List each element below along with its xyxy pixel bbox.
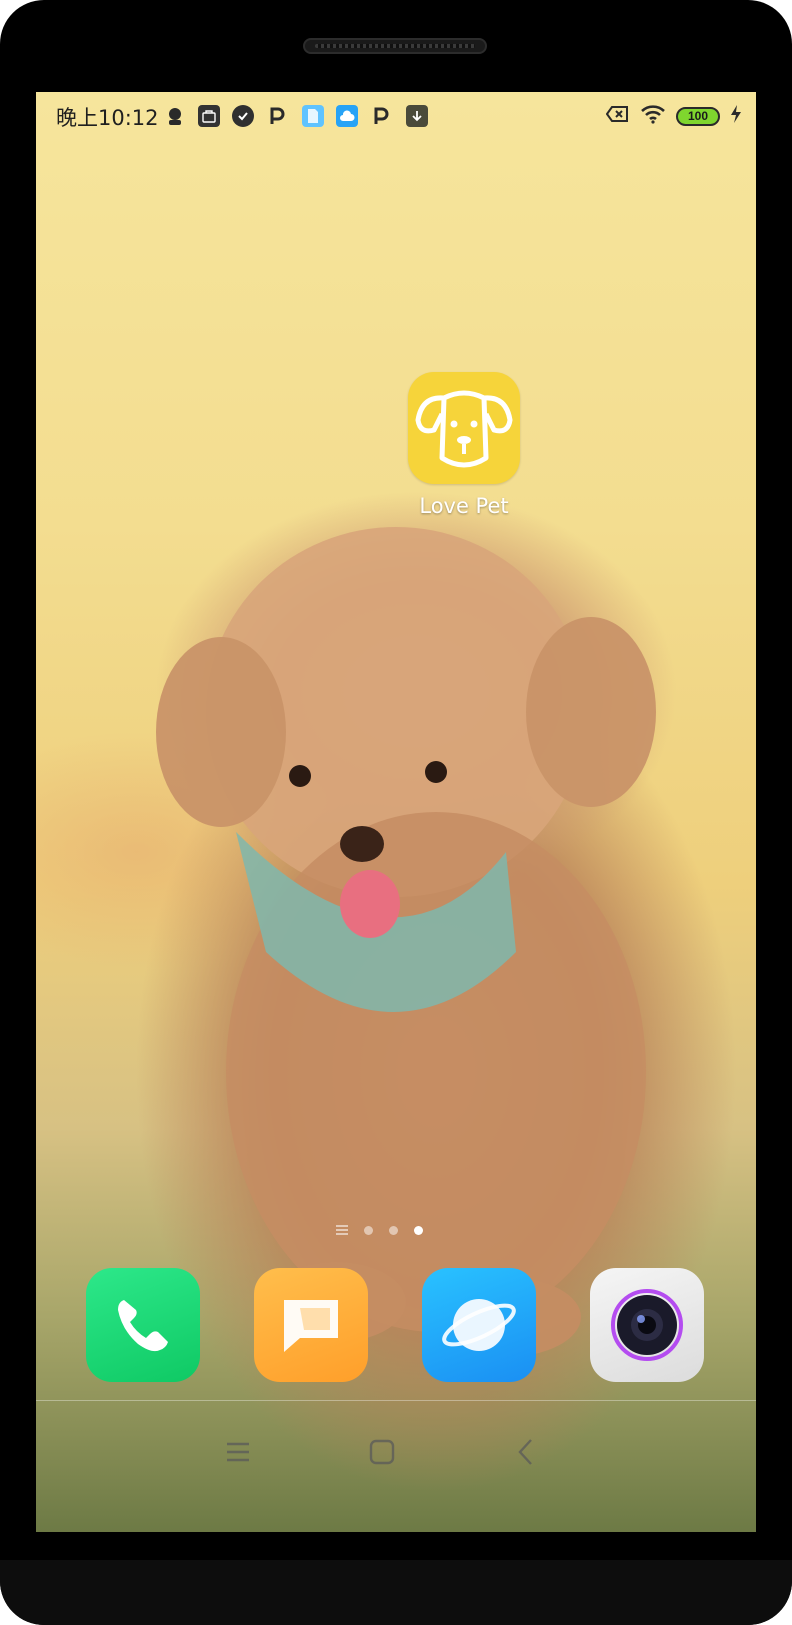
page-indicator (336, 1220, 423, 1240)
dock-phone-app[interactable] (86, 1268, 200, 1382)
app-label: Love Pet (419, 494, 509, 518)
back-icon (518, 1439, 532, 1465)
phone-frame: 晚上10:12 100 Love Pet (0, 0, 792, 1625)
browser-icon (442, 1299, 516, 1351)
home-screen: 晚上10:12 100 Love Pet (36, 92, 756, 1532)
home-icon (369, 1439, 395, 1465)
earpiece-speaker (303, 38, 487, 54)
messages-icon (284, 1300, 338, 1352)
navigation-bar (36, 1412, 756, 1492)
bottom-bezel (0, 1560, 792, 1625)
dock (36, 1268, 756, 1388)
all-apps-lines-icon[interactable] (336, 1225, 348, 1235)
camera-icon (611, 1289, 683, 1361)
page-dot[interactable] (389, 1225, 398, 1235)
dock-camera-app[interactable] (590, 1268, 704, 1382)
dock-browser-app[interactable] (422, 1268, 536, 1382)
app-love-pet[interactable]: Love Pet (408, 372, 520, 518)
page-dot[interactable] (364, 1225, 373, 1235)
back-button[interactable] (506, 1434, 546, 1470)
phone-icon (118, 1300, 168, 1352)
home-button[interactable] (362, 1434, 402, 1470)
dog-face-icon (408, 372, 520, 484)
menu-icon (227, 1442, 249, 1462)
menu-button[interactable] (218, 1434, 258, 1470)
page-dot-active[interactable] (414, 1225, 423, 1235)
dock-messages-app[interactable] (254, 1268, 368, 1382)
dock-divider (36, 1400, 756, 1401)
